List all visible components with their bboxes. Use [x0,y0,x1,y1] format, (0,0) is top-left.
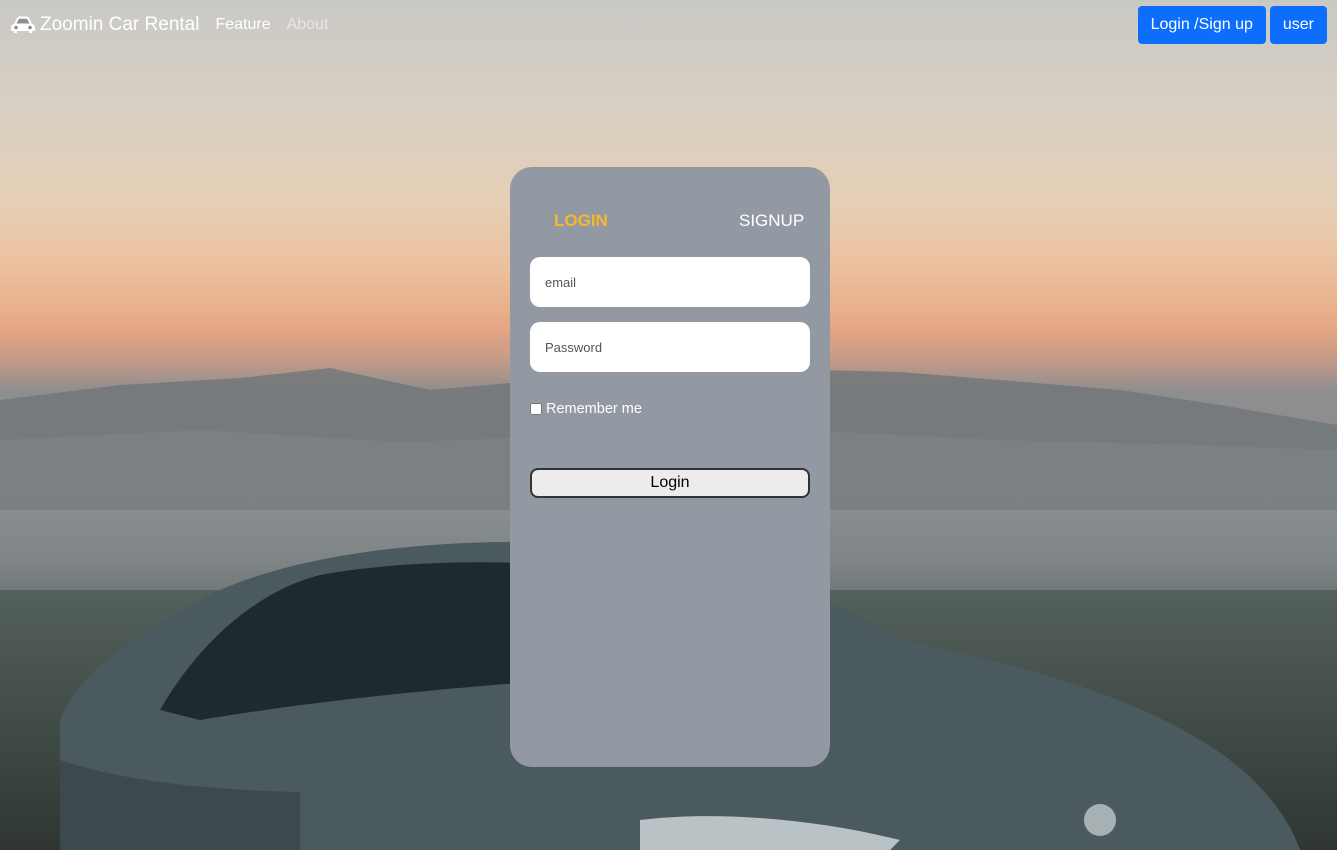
user-button[interactable]: user [1269,6,1327,44]
nav-link-about[interactable]: About [287,16,329,34]
login-signup-button[interactable]: Login /Sign up [1137,6,1266,44]
brand-name: Zoomin Car Rental [40,14,200,35]
nav-actions: Login /Sign up user [1137,6,1327,44]
email-field[interactable] [530,257,810,307]
top-navbar: Zoomin Car Rental Feature About Login /S… [0,0,1337,50]
login-submit-button[interactable]: Login [530,468,810,498]
tab-signup[interactable]: SIGNUP [739,211,804,231]
password-field[interactable] [530,322,810,372]
tab-login[interactable]: LOGIN [554,211,608,231]
remember-me-checkbox[interactable] [530,403,542,415]
remember-me-label: Remember me [546,401,642,417]
car-icon [10,15,36,35]
brand[interactable]: Zoomin Car Rental [10,14,199,36]
auth-tabs: LOGIN SIGNUP [510,211,830,235]
nav-link-feature[interactable]: Feature [215,16,270,34]
auth-card: LOGIN SIGNUP Remember me Login [510,167,830,767]
remember-me: Remember me [530,401,642,417]
